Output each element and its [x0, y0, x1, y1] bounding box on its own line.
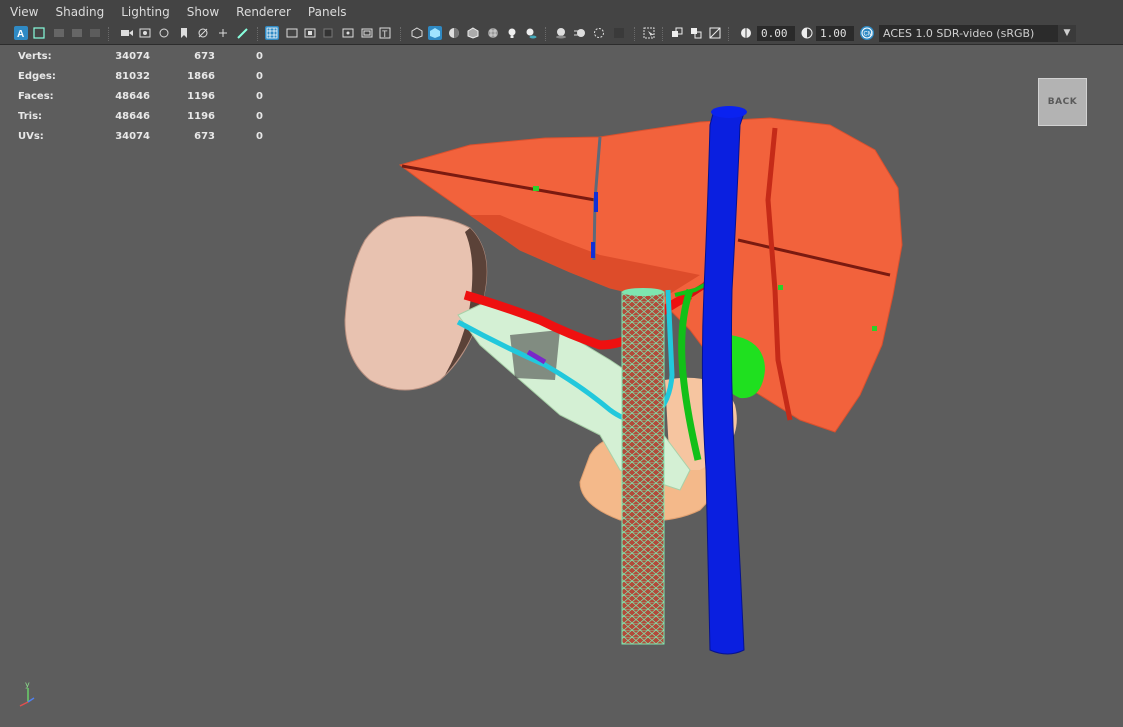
resolution-gate-toggle-icon[interactable]	[303, 26, 317, 40]
gamma-icon[interactable]	[800, 26, 814, 40]
motion-blur-icon[interactable]	[573, 26, 587, 40]
gamma-field[interactable]: 1.00	[816, 26, 854, 41]
toolbar-separator	[662, 27, 665, 41]
wireframe-on-shaded-icon[interactable]	[466, 26, 480, 40]
grease-pencil-icon[interactable]	[235, 26, 249, 40]
aorta-wireframe[interactable]	[621, 291, 665, 645]
safe-title-icon[interactable]: T	[378, 26, 392, 40]
backface-culling-icon[interactable]	[708, 26, 722, 40]
chevron-down-icon[interactable]: ▼	[1058, 25, 1076, 42]
color-management-icon[interactable]: CM	[860, 26, 874, 40]
menu-bar: View Shading Lighting Show Renderer Pane…	[0, 0, 1123, 24]
landmark-marker	[872, 326, 877, 331]
axis-y-label: y	[25, 680, 30, 689]
view-cube-back-button[interactable]: BACK	[1038, 78, 1087, 126]
svg-text:CM: CM	[864, 32, 873, 38]
ivc-cap	[711, 106, 747, 118]
spleen-mesh[interactable]	[344, 215, 488, 391]
bookmark-flag-icon[interactable]	[177, 26, 191, 40]
wireframe-icon[interactable]	[410, 26, 424, 40]
select-camera-icon[interactable]: A	[14, 26, 28, 40]
viewport-3d[interactable]	[0, 45, 1123, 727]
use-all-lights-icon[interactable]	[505, 26, 519, 40]
ambient-occlusion-icon[interactable]	[554, 26, 568, 40]
shadows-icon[interactable]	[524, 26, 538, 40]
field-chart-icon[interactable]	[341, 26, 355, 40]
grid-icon[interactable]	[265, 26, 279, 40]
menu-lighting[interactable]: Lighting	[111, 0, 177, 24]
color-space-label: ACES 1.0 SDR-video (sRGB)	[883, 27, 1035, 40]
menu-panels[interactable]: Panels	[298, 0, 354, 24]
toolbar-separator	[108, 27, 111, 41]
isolate-select-icon[interactable]	[642, 26, 656, 40]
pan-zoom-icon[interactable]	[216, 26, 230, 40]
resolution-gate-icon[interactable]	[157, 26, 171, 40]
xray-icon[interactable]	[196, 26, 210, 40]
svg-text:A: A	[17, 29, 24, 39]
menu-show[interactable]: Show	[177, 0, 226, 24]
image-plane-icon[interactable]	[88, 26, 102, 40]
toolbar-separator	[545, 27, 548, 41]
menu-shading[interactable]: Shading	[45, 0, 111, 24]
panel-toolbar: A T 0.00 1.00 CM ACES 1.0 SDR-video (sRG…	[0, 24, 1123, 45]
smooth-shade-icon[interactable]	[428, 26, 442, 40]
film-gate-icon[interactable]	[138, 26, 152, 40]
color-space-dropdown[interactable]: ACES 1.0 SDR-video (sRGB) ▼	[879, 25, 1076, 42]
svg-text:T: T	[382, 29, 388, 39]
xray-joints-icon[interactable]	[670, 26, 684, 40]
menu-view[interactable]: View	[0, 0, 45, 24]
xray-active-icon[interactable]	[689, 26, 703, 40]
toolbar-separator	[257, 27, 260, 41]
camera-attributes-icon[interactable]	[52, 26, 66, 40]
anti-aliasing-icon[interactable]	[592, 26, 606, 40]
exposure-icon[interactable]	[739, 26, 753, 40]
default-material-icon[interactable]	[447, 26, 461, 40]
toolbar-separator	[728, 27, 731, 41]
exposure-field[interactable]: 0.00	[757, 26, 795, 41]
gate-mask-icon[interactable]	[321, 26, 335, 40]
bookmark-icon[interactable]	[70, 26, 84, 40]
toolbar-separator	[634, 27, 637, 41]
menu-renderer[interactable]: Renderer	[226, 0, 298, 24]
frame-all-icon[interactable]	[32, 26, 46, 40]
film-gate-toggle-icon[interactable]	[285, 26, 299, 40]
landmark-marker	[533, 186, 539, 191]
camera-icon[interactable]	[120, 26, 134, 40]
textured-icon[interactable]	[486, 26, 500, 40]
landmark-marker	[778, 285, 783, 290]
depth-of-field-icon[interactable]	[612, 26, 626, 40]
toolbar-separator	[400, 27, 403, 41]
axis-gizmo-icon: y	[19, 680, 35, 707]
aorta-cap	[622, 288, 664, 296]
safe-action-icon[interactable]	[360, 26, 374, 40]
